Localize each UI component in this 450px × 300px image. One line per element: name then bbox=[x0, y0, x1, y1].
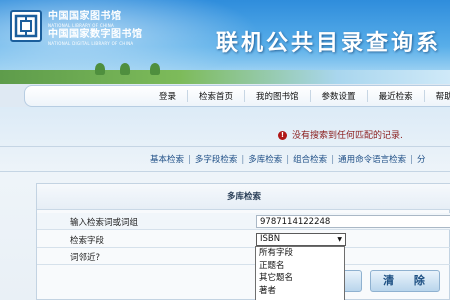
header-banner: 中国国家图书馆 NATIONAL LIBRARY OF CHINA 中国国家数字… bbox=[0, 0, 450, 84]
banner-tree bbox=[120, 63, 130, 75]
main-nav: 登录 检索首页 我的图书馆 参数设置 最近检索 帮助 bbox=[24, 85, 450, 107]
adjacency-label: 词邻近? bbox=[70, 253, 101, 263]
keyword-row: 输入检索词或词组 bbox=[37, 213, 450, 230]
separator: | bbox=[410, 155, 413, 165]
field-option-title[interactable]: 正题名 bbox=[256, 260, 344, 273]
form-title: 多库检索 bbox=[37, 184, 450, 210]
library-logo-icon bbox=[10, 10, 42, 42]
keyword-label: 输入检索词或词组 bbox=[70, 218, 139, 228]
banner-tree bbox=[95, 63, 105, 75]
separator: | bbox=[331, 155, 335, 165]
field-option-other-title[interactable]: 其它题名 bbox=[256, 272, 344, 285]
subnav-combined-search[interactable]: 组合检索 bbox=[293, 155, 327, 165]
subnav-multi-field-search[interactable]: 多字段检索 bbox=[195, 155, 238, 165]
separator: | bbox=[241, 155, 245, 165]
subnav-multi-database-search[interactable]: 多库检索 bbox=[248, 155, 282, 165]
clear-button[interactable]: 清 除 bbox=[370, 270, 440, 292]
logo-en-line-2: NATIONAL DIGITAL LIBRARY OF CHINA bbox=[48, 41, 134, 46]
nav-settings[interactable]: 参数设置 bbox=[309, 90, 367, 102]
divider bbox=[0, 171, 450, 172]
logo-cn-line-1: 中国国家图书馆 bbox=[48, 11, 122, 22]
keyword-input[interactable] bbox=[256, 215, 450, 228]
warning-icon: ! bbox=[278, 131, 287, 140]
subnav-ccl-search[interactable]: 通用命令语言检索 bbox=[338, 155, 406, 165]
banner-landscape bbox=[0, 70, 450, 84]
field-option-author[interactable]: 著者 bbox=[256, 285, 344, 298]
system-title: 联机公共目录查询系 bbox=[216, 30, 442, 56]
library-logo-text: 中国国家图书馆 NATIONAL LIBRARY OF CHINA 中国国家数字… bbox=[48, 11, 143, 47]
field-select-value: ISBN bbox=[260, 234, 281, 244]
banner-tree bbox=[150, 63, 160, 75]
nav-help[interactable]: 帮助 bbox=[423, 90, 450, 102]
field-select[interactable]: ISBN ▼ bbox=[256, 233, 346, 246]
field-dropdown-list: 所有字段 正题名 其它题名 著者 bbox=[255, 246, 345, 300]
nav-recent-searches[interactable]: 最近检索 bbox=[366, 90, 424, 102]
separator: | bbox=[188, 155, 191, 165]
field-row: 检索字段 ISBN ▼ bbox=[37, 231, 450, 248]
error-text: 没有搜索到任何匹配的记录. bbox=[292, 131, 403, 141]
subnav-basic-search[interactable]: 基本检索 bbox=[150, 155, 184, 165]
field-label: 检索字段 bbox=[70, 236, 105, 246]
nav-search-home[interactable]: 检索首页 bbox=[187, 90, 244, 102]
field-option-all[interactable]: 所有字段 bbox=[256, 247, 344, 260]
search-type-nav: 基本检索 | 多字段检索 | 多库检索 | 组合检索 | 通用命令语言检索 | 分 bbox=[150, 153, 425, 165]
dropdown-arrow-icon: ▼ bbox=[337, 236, 342, 243]
adjacency-row: 词邻近? bbox=[37, 248, 450, 265]
nav-my-library[interactable]: 我的图书馆 bbox=[244, 90, 310, 102]
logo-cn-line-2: 中国国家数字图书馆 bbox=[48, 29, 143, 40]
subnav-more[interactable]: 分 bbox=[417, 155, 426, 165]
separator: | bbox=[286, 155, 290, 165]
divider bbox=[0, 146, 450, 147]
error-message: ! 没有搜索到任何匹配的记录. bbox=[278, 128, 403, 141]
nav-login[interactable]: 登录 bbox=[148, 90, 187, 102]
